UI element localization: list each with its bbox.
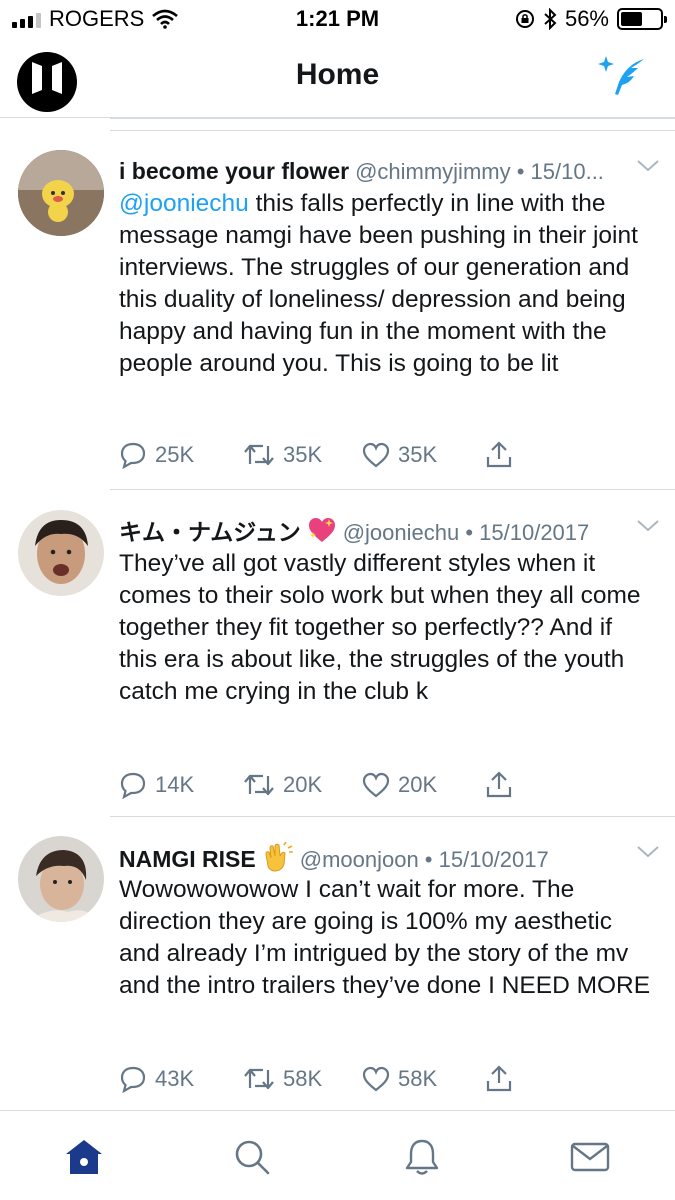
retweet-icon: [244, 444, 274, 466]
reply-count: 14K: [155, 772, 195, 797]
heart-icon: [362, 772, 390, 798]
sparkling-heart-icon: [307, 516, 337, 546]
tweet-meta: @chimmyjimmy • 15/10...: [355, 159, 604, 184]
share-button[interactable]: [485, 1064, 513, 1094]
status-bar: ROGERS 1:21 PM 56%: [0, 0, 675, 36]
tweet-text: Wowowowowow I can’t wait for more. The d…: [119, 876, 651, 999]
reply-button[interactable]: 14K: [119, 770, 194, 800]
reply-button[interactable]: 25K: [119, 440, 194, 470]
heart-icon: [362, 442, 390, 468]
divider: [110, 816, 675, 817]
display-name[interactable]: キム・ナムジュン: [119, 519, 301, 545]
tweet-text-content: this falls perfectly in line with the me…: [119, 190, 638, 377]
display-name[interactable]: i become your flower: [119, 158, 349, 184]
orientation-lock-icon: [515, 10, 534, 28]
tweet-meta: @jooniechu • 15/10/2017: [342, 519, 590, 545]
compose-feather-icon: [598, 56, 644, 95]
avatar-image: [18, 836, 104, 922]
mention-link[interactable]: @jooniechu: [119, 190, 249, 217]
retweet-button[interactable]: 35K: [243, 440, 322, 470]
reply-count: 43K: [155, 1066, 195, 1091]
tab-home[interactable]: [64, 1137, 104, 1177]
reply-icon: [120, 442, 146, 469]
chevron-down-icon[interactable]: [637, 160, 659, 172]
compose-tweet-button[interactable]: [597, 52, 651, 98]
chevron-down-icon[interactable]: [637, 846, 659, 858]
tweet-actions: 14K 20K 20K: [119, 770, 519, 800]
heart-icon: [362, 1066, 390, 1092]
tweet-header: キム・ナムジュン @jooniechu • 15/10/2017: [119, 516, 635, 546]
battery-fill: [621, 12, 642, 26]
tweet-meta: @moonjoon • 15/10/2017: [299, 846, 549, 872]
notifications-bell-icon: [405, 1139, 439, 1175]
divider: [110, 489, 675, 490]
retweet-count: 35K: [283, 442, 323, 467]
divider: [110, 118, 675, 119]
status-right: 56%: [515, 6, 667, 32]
like-count: 35K: [398, 442, 438, 467]
nav-bar: Home: [0, 36, 675, 118]
share-icon: [486, 441, 512, 468]
retweet-count: 58K: [283, 1066, 323, 1091]
tweet-item[interactable]: キム・ナムジュン @jooniechu • 15/10/2017 They’ve …: [0, 510, 675, 816]
tweet-text: @jooniechu this falls perfectly in line …: [119, 188, 653, 380]
bottom-tab-bar: [0, 1110, 675, 1200]
tab-messages[interactable]: [570, 1137, 610, 1177]
messages-envelope-icon: [570, 1142, 610, 1172]
like-button[interactable]: 58K: [362, 1064, 437, 1094]
divider: [110, 130, 675, 131]
reply-button[interactable]: 43K: [119, 1064, 194, 1094]
home-icon: [66, 1140, 102, 1174]
retweet-icon: [244, 1068, 274, 1090]
avatar[interactable]: [18, 836, 104, 922]
battery-icon: [617, 8, 667, 30]
reply-icon: [120, 1066, 146, 1093]
share-icon: [486, 1065, 512, 1092]
tweet-header: NAMGI RISE @moonjoon • 15/10/2017: [119, 842, 635, 872]
tweet-item[interactable]: i become your flower @chimmyjimmy • 15/10…: [0, 150, 675, 490]
bluetooth-icon: [544, 8, 557, 30]
clapping-hands-icon: [262, 842, 294, 872]
tab-search[interactable]: [232, 1137, 272, 1177]
tab-notifications[interactable]: [402, 1137, 442, 1177]
avatar-image: [18, 510, 104, 596]
reply-count: 25K: [155, 442, 195, 467]
reply-icon: [120, 772, 146, 799]
retweet-count: 20K: [283, 772, 323, 797]
tweet-header: i become your flower @chimmyjimmy • 15/10…: [119, 156, 635, 186]
search-icon: [235, 1140, 270, 1175]
tweet-actions: 43K 58K 58K: [119, 1064, 519, 1094]
share-icon: [486, 771, 512, 798]
tweet-actions: 25K 35K 35K: [119, 440, 519, 470]
display-name[interactable]: NAMGI RISE: [119, 846, 256, 872]
like-count: 20K: [398, 772, 438, 797]
like-count: 58K: [398, 1066, 438, 1091]
chevron-down-icon[interactable]: [637, 520, 659, 532]
avatar[interactable]: [18, 510, 104, 596]
retweet-icon: [244, 774, 274, 796]
share-button[interactable]: [485, 440, 513, 470]
avatar[interactable]: [18, 150, 104, 236]
avatar-image: [18, 150, 104, 236]
tweet-text: They’ve all got vastly different styles …: [119, 550, 641, 705]
retweet-button[interactable]: 58K: [243, 1064, 322, 1094]
battery-percent: 56%: [564, 6, 609, 31]
timeline-feed[interactable]: i become your flower @chimmyjimmy • 15/10…: [0, 118, 675, 1110]
like-button[interactable]: 20K: [362, 770, 437, 800]
like-button[interactable]: 35K: [362, 440, 437, 470]
page-title: Home: [295, 58, 380, 91]
retweet-button[interactable]: 20K: [243, 770, 322, 800]
tweet-item[interactable]: NAMGI RISE @moonjoon • 15/10/2017 Wowowow…: [0, 836, 675, 1110]
share-button[interactable]: [485, 770, 513, 800]
